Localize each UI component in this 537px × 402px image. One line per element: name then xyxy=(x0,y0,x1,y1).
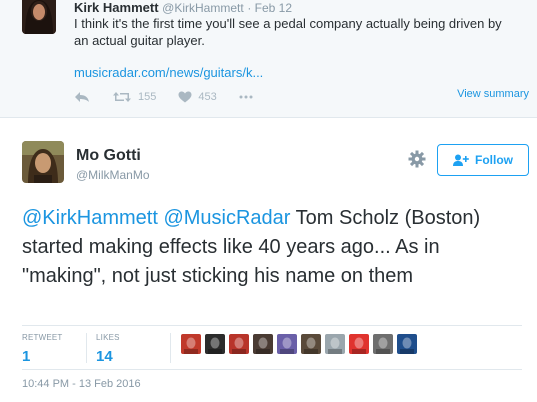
reply-button[interactable] xyxy=(74,91,90,103)
tweet-timestamp[interactable]: 10:44 PM - 13 Feb 2016 xyxy=(22,378,141,390)
divider xyxy=(22,325,522,326)
likes-stat[interactable]: LIKES 14 xyxy=(96,333,120,365)
parent-tweet[interactable]: Kirk Hammett @KirkHammett · Feb 12 I thi… xyxy=(0,0,537,118)
like-count: 453 xyxy=(198,91,217,103)
tweet-actions: 155 453 xyxy=(74,88,275,106)
retweet-count: 1 xyxy=(22,348,31,365)
liker-avatars xyxy=(181,334,421,354)
liker-avatar[interactable] xyxy=(373,334,393,354)
tweet-date[interactable]: · Feb 12 xyxy=(247,1,292,15)
add-user-icon xyxy=(453,154,469,166)
retweet-icon xyxy=(113,92,131,102)
liker-avatar[interactable] xyxy=(325,334,345,354)
mention-link[interactable]: @KirkHammett xyxy=(22,207,158,229)
retweet-label: RETWEET xyxy=(22,333,63,342)
avatar[interactable] xyxy=(22,0,56,34)
more-icon xyxy=(239,95,253,99)
liker-avatar[interactable] xyxy=(229,334,249,354)
liker-avatar[interactable] xyxy=(397,334,417,354)
author-name[interactable]: Mo Gotti xyxy=(76,147,141,165)
tweet-link[interactable]: musicradar.com/news/guitars/k... xyxy=(74,65,263,80)
mention-link[interactable]: @MusicRadar xyxy=(163,207,290,229)
view-summary-link[interactable]: View summary xyxy=(457,88,529,100)
author-name[interactable]: Kirk Hammett xyxy=(74,0,159,15)
retweet-stat[interactable]: RETWEET 1 xyxy=(22,333,63,365)
gear-icon[interactable] xyxy=(408,150,426,168)
reply-icon xyxy=(75,92,89,102)
divider xyxy=(86,333,87,363)
liker-avatar[interactable] xyxy=(301,334,321,354)
avatar[interactable] xyxy=(22,141,64,183)
divider xyxy=(22,369,522,370)
retweet-button[interactable]: 155 xyxy=(112,91,156,103)
author-handle[interactable]: @KirkHammett xyxy=(162,1,244,15)
heart-icon xyxy=(178,91,192,103)
likes-label: LIKES xyxy=(96,333,120,342)
like-button[interactable]: 453 xyxy=(178,91,217,103)
liker-avatar[interactable] xyxy=(253,334,273,354)
likes-count: 14 xyxy=(96,348,113,365)
tweet-text: I think it's the first time you'll see a… xyxy=(74,16,502,48)
liker-avatar[interactable] xyxy=(205,334,225,354)
parent-tweet-header: Kirk Hammett @KirkHammett · Feb 12 xyxy=(74,0,292,16)
tweet-text: @KirkHammett @MusicRadar Tom Scholz (Bos… xyxy=(22,204,522,291)
author-handle[interactable]: @MilkManMo xyxy=(76,168,150,182)
retweet-count: 155 xyxy=(138,91,157,103)
follow-button[interactable]: Follow xyxy=(437,144,529,176)
follow-label: Follow xyxy=(475,153,513,167)
divider xyxy=(170,333,171,363)
liker-avatar[interactable] xyxy=(181,334,201,354)
liker-avatar[interactable] xyxy=(277,334,297,354)
more-button[interactable] xyxy=(239,95,253,99)
liker-avatar[interactable] xyxy=(349,334,369,354)
